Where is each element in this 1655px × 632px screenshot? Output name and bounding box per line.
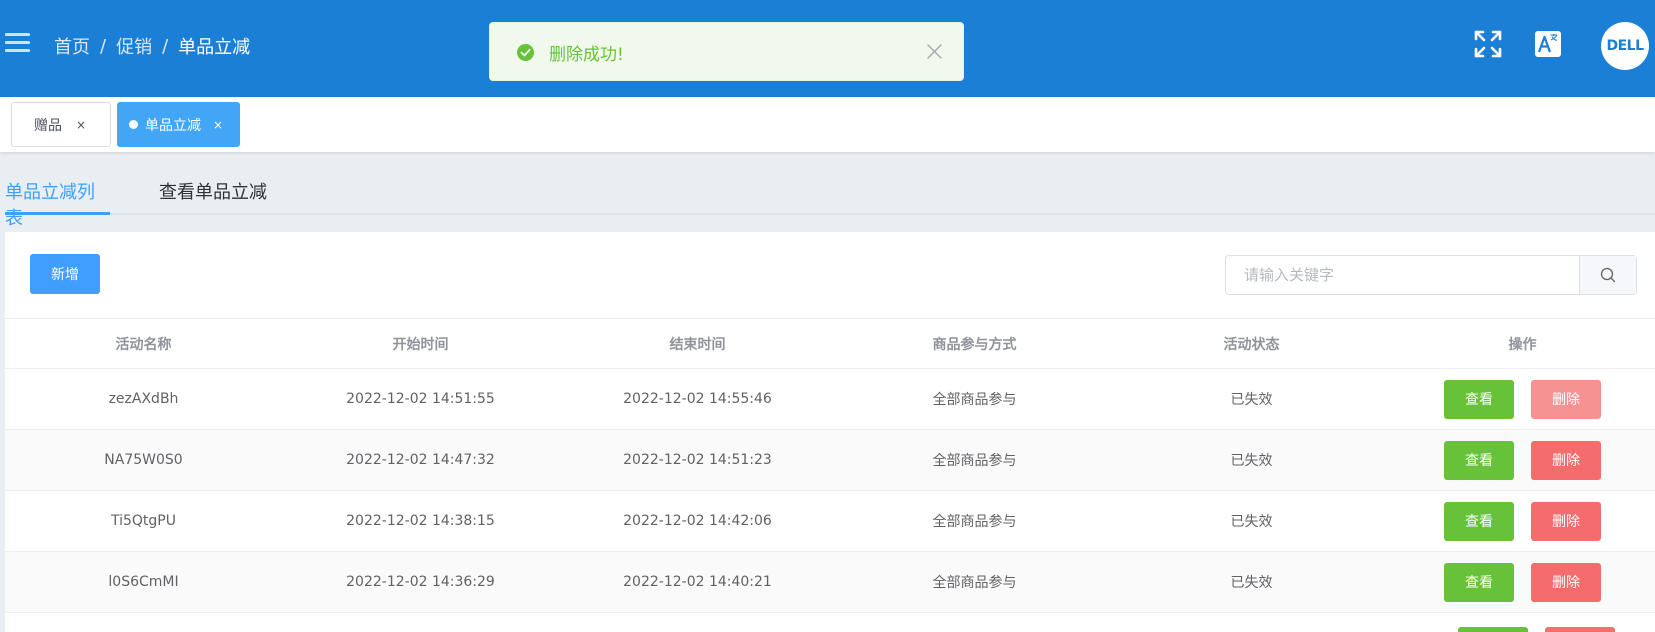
- cell-mode: 全部商品参与: [932, 575, 1017, 591]
- cell-end-time: 2022-12-02 14:40:21: [623, 574, 772, 590]
- cell-name: l0S6CmMI: [108, 574, 179, 590]
- column-header: 活动状态: [1223, 336, 1280, 353]
- cell-end-time: 2022-12-02 14:51:23: [623, 452, 772, 468]
- close-icon[interactable]: [926, 43, 943, 60]
- column-header: 商品参与方式: [932, 336, 1017, 353]
- delete-button-partial[interactable]: [1545, 627, 1615, 632]
- tab-single-discount-list[interactable]: 单品立减列表: [5, 178, 110, 229]
- cell-actions: 查看 删除: [1390, 501, 1655, 541]
- table-row: l0S6CmMI 2022-12-02 14:36:29 2022-12-02 …: [5, 552, 1655, 613]
- search-input[interactable]: [1226, 256, 1579, 294]
- menu-icon[interactable]: [5, 33, 30, 53]
- breadcrumb-current: 单品立减: [178, 37, 251, 58]
- cell-actions: 查看 删除: [1390, 379, 1655, 419]
- add-button[interactable]: 新增: [30, 254, 100, 294]
- view-button[interactable]: 查看: [1444, 562, 1514, 602]
- tags-view-bar: 赠品 × 单品立减 ×: [0, 97, 1655, 152]
- tag-single-discount[interactable]: 单品立减 ×: [117, 102, 240, 147]
- tag-gift[interactable]: 赠品 ×: [11, 102, 111, 147]
- breadcrumb-promotion[interactable]: 促销: [116, 33, 152, 59]
- search-box: [1225, 255, 1637, 295]
- table-row: zezAXdBh 2022-12-02 14:51:55 2022-12-02 …: [5, 369, 1655, 430]
- tag-label: 单品立减: [145, 117, 201, 134]
- cell-start-time: 2022-12-02 14:38:15: [346, 513, 495, 529]
- toast-message: 删除成功!: [549, 45, 624, 65]
- delete-button[interactable]: 删除: [1531, 562, 1601, 602]
- tag-close-icon[interactable]: ×: [213, 119, 223, 131]
- view-button[interactable]: 查看: [1444, 379, 1514, 419]
- cell-status: 已失效: [1230, 575, 1273, 591]
- column-header: 活动名称: [115, 336, 172, 353]
- search-icon: [1600, 267, 1616, 283]
- avatar[interactable]: DELL: [1601, 22, 1649, 70]
- breadcrumb-home[interactable]: 首页: [54, 33, 90, 59]
- column-header: 开始时间: [392, 336, 449, 353]
- tab-view-single-discount[interactable]: 查看单品立减: [159, 178, 267, 215]
- column-header: 操作: [1508, 336, 1537, 353]
- view-button-partial[interactable]: [1458, 627, 1528, 632]
- tag-label: 赠品: [34, 117, 62, 134]
- fullscreen-icon[interactable]: [1472, 28, 1504, 60]
- cell-status: 已失效: [1230, 453, 1273, 469]
- delete-button[interactable]: 删除: [1531, 501, 1601, 541]
- promotion-table: 活动名称 开始时间 结束时间 商品参与方式 活动状态 操作 zezAXdBh 2…: [5, 318, 1655, 613]
- success-toast: 删除成功!: [489, 22, 964, 81]
- cell-actions: 查看 删除: [1390, 440, 1655, 480]
- cell-name: NA75W0S0: [104, 452, 183, 468]
- cell-start-time: 2022-12-02 14:47:32: [346, 452, 495, 468]
- cell-status: 已失效: [1230, 392, 1273, 408]
- breadcrumb-separator: /: [162, 35, 169, 57]
- cell-end-time: 2022-12-02 14:55:46: [623, 391, 772, 407]
- breadcrumb-separator: /: [100, 35, 107, 57]
- tabs: 单品立减列表 查看单品立减: [5, 170, 1655, 229]
- column-header: 结束时间: [669, 336, 726, 353]
- cell-actions: 查看 删除: [1390, 562, 1655, 602]
- cell-start-time: 2022-12-02 14:51:55: [346, 391, 495, 407]
- cell-status: 已失效: [1230, 514, 1273, 530]
- table-header: 活动名称 开始时间 结束时间 商品参与方式 活动状态 操作: [5, 318, 1655, 369]
- delete-button[interactable]: 删除: [1531, 440, 1601, 480]
- table-row: NA75W0S0 2022-12-02 14:47:32 2022-12-02 …: [5, 430, 1655, 491]
- search-button[interactable]: [1579, 256, 1636, 294]
- success-check-icon: [517, 44, 534, 61]
- translate-icon[interactable]: [1535, 31, 1561, 57]
- delete-button[interactable]: 删除: [1531, 379, 1601, 419]
- tag-close-icon[interactable]: ×: [76, 119, 86, 131]
- breadcrumb: 首页 / 促销 / 单品立减: [54, 33, 250, 59]
- cell-mode: 全部商品参与: [932, 514, 1017, 530]
- cell-name: zezAXdBh: [108, 391, 179, 407]
- cell-start-time: 2022-12-02 14:36:29: [346, 574, 495, 590]
- cell-name: Ti5QtgPU: [110, 513, 176, 529]
- avatar-logo: DELL: [1606, 38, 1644, 54]
- table-row: Ti5QtgPU 2022-12-02 14:38:15 2022-12-02 …: [5, 491, 1655, 552]
- cell-mode: 全部商品参与: [932, 453, 1017, 469]
- view-button[interactable]: 查看: [1444, 440, 1514, 480]
- active-dot-icon: [129, 120, 138, 129]
- view-button[interactable]: 查看: [1444, 501, 1514, 541]
- cell-end-time: 2022-12-02 14:42:06: [623, 513, 772, 529]
- list-card: 新增 活动名称 开始时间 结束时间 商品参与方式 活动状态 操作 zezAXdB…: [5, 232, 1655, 632]
- cell-mode: 全部商品参与: [932, 392, 1017, 408]
